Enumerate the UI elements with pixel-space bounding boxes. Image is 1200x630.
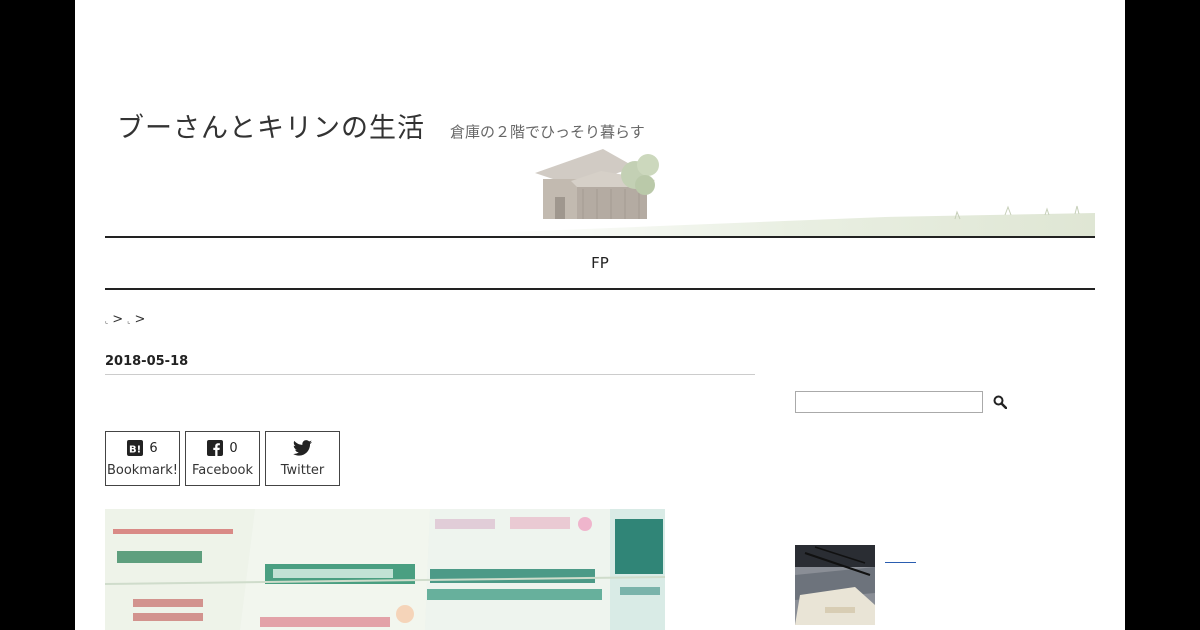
sidebar-entry-thumbnail[interactable] [795, 545, 875, 625]
header-illustration [485, 149, 1095, 237]
page-container: ブーさんとキリンの生活 倉庫の２階でひっそり暮らす FP ⌞ > ⌞ > 201… [75, 0, 1125, 630]
site-header: ブーさんとキリンの生活 倉庫の２階でひっそり暮らす [105, 0, 1095, 237]
breadcrumb-separator: > [112, 312, 124, 327]
hatena-bookmark-count: 6 [149, 440, 158, 456]
sidebar-entry-link[interactable] [885, 552, 916, 563]
twitter-share-button[interactable]: Twitter [265, 431, 340, 486]
hatena-bookmark-label: Bookmark! [106, 463, 179, 478]
hatena-bookmark-icon: B! [127, 440, 144, 456]
site-description: 倉庫の２階でひっそり暮らす [450, 123, 645, 141]
twitter-share-label: Twitter [280, 463, 325, 478]
breadcrumb-link-category[interactable]: ⌞ [127, 317, 130, 325]
article-eyecatch-image[interactable] [105, 509, 665, 630]
magnifier-icon[interactable] [993, 395, 1007, 409]
hatena-bookmark-button[interactable]: B! 6 Bookmark! [105, 431, 180, 486]
breadcrumb-separator: > [134, 312, 146, 327]
facebook-share-label: Facebook [191, 463, 254, 478]
global-nav: FP [105, 236, 1095, 290]
sidebar-search [795, 391, 1007, 413]
search-input[interactable] [795, 391, 983, 413]
twitter-bird-icon [293, 440, 312, 456]
site-title[interactable]: ブーさんとキリンの生活 [117, 106, 425, 145]
breadcrumb: ⌞ > ⌞ > [105, 312, 145, 327]
facebook-share-count: 0 [229, 440, 238, 456]
svg-text:B!: B! [129, 445, 141, 456]
nav-item-fp[interactable]: FP [591, 254, 609, 272]
facebook-share-button[interactable]: 0 Facebook [185, 431, 260, 486]
share-buttons: B! 6 Bookmark! 0 Facebook Twitter [105, 431, 340, 486]
breadcrumb-link-home[interactable]: ⌞ [105, 317, 108, 325]
facebook-icon [207, 440, 224, 456]
post-date: 2018-05-18 [105, 354, 755, 375]
